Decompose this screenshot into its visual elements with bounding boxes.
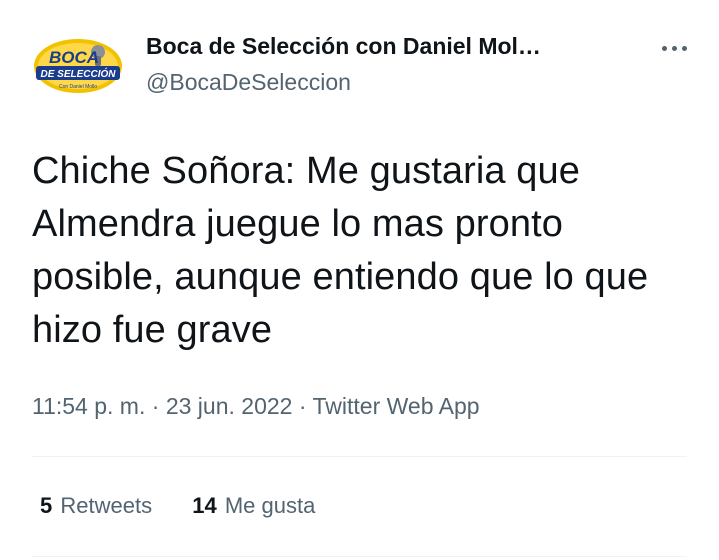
meta-separator: ·: [151, 393, 160, 419]
tweet-time[interactable]: 11:54 p. m.: [32, 393, 145, 419]
divider-top: [32, 456, 687, 457]
logo-text-mid: DE SELECCIÓN: [40, 67, 116, 80]
tweet-source[interactable]: Twitter Web App: [313, 393, 480, 419]
meta-separator: ·: [298, 393, 307, 419]
tweet-text: Chiche Soñora: Me gustaria que Almendra …: [32, 150, 649, 351]
retweets-stat[interactable]: 5 Retweets: [40, 490, 152, 522]
more-options-button[interactable]: [660, 38, 690, 58]
author-names: Boca de Selección con Daniel Mol… @BocaD…: [146, 31, 626, 97]
retweets-label: Retweets: [60, 493, 153, 518]
tweet-header: BOCA DE SELECCIÓN Con Daniel Mollo Boca …: [32, 28, 692, 108]
likes-count: 14: [192, 493, 217, 518]
more-horizontal-icon: [662, 46, 667, 51]
boca-de-seleccion-logo-icon: BOCA DE SELECCIÓN Con Daniel Mollo: [34, 39, 122, 93]
avatar[interactable]: BOCA DE SELECCIÓN Con Daniel Mollo: [32, 36, 124, 96]
likes-label: Me gusta: [224, 493, 316, 518]
divider-bottom: [32, 556, 687, 557]
more-dot: [682, 46, 687, 51]
tweet-meta: 11:54 p. m. · 23 jun. 2022 · Twitter Web…: [32, 390, 480, 422]
more-dot: [672, 46, 677, 51]
logo-text-top: BOCA: [49, 48, 99, 67]
tweet-stats: 5 Retweets 14 Me gusta: [40, 490, 349, 522]
author-handle[interactable]: @BocaDeSeleccion: [146, 67, 626, 97]
author-display-name[interactable]: Boca de Selección con Daniel Mol…: [146, 31, 616, 61]
likes-stat[interactable]: 14 Me gusta: [192, 490, 315, 522]
tweet-date[interactable]: 23 jun. 2022: [166, 393, 293, 419]
logo-text-small: Con Daniel Mollo: [59, 84, 97, 90]
retweets-count: 5: [40, 493, 53, 518]
